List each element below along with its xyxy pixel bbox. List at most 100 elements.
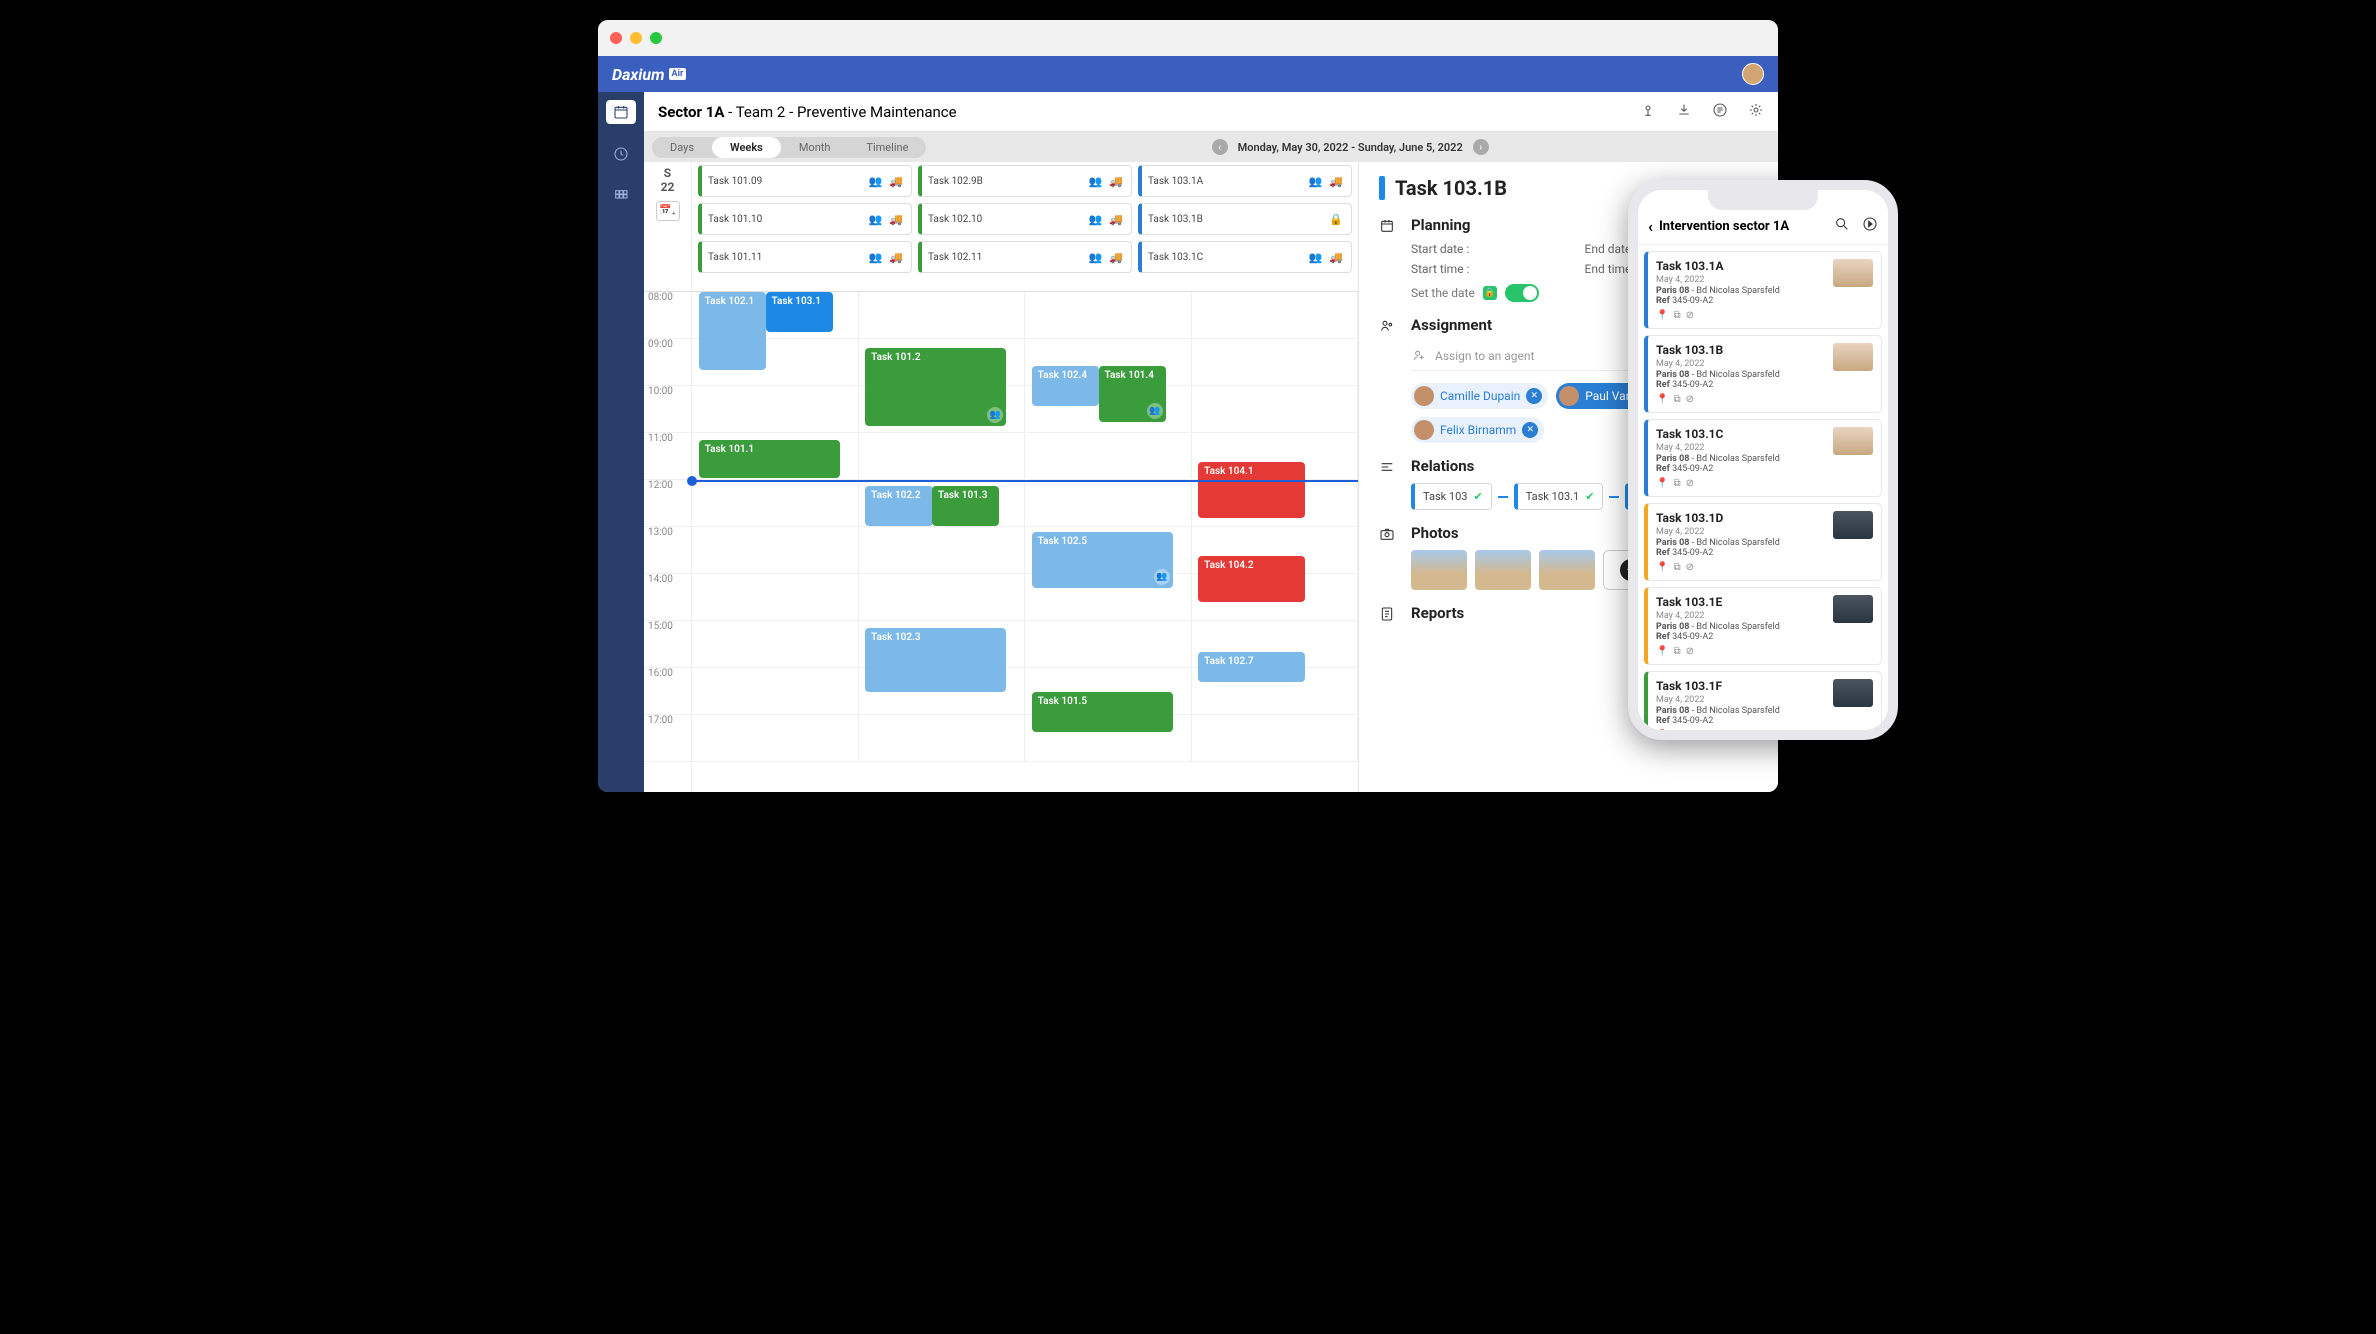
calendar-event[interactable]: Task 104.2 (1198, 556, 1305, 602)
hour-label: 13:00 (644, 527, 691, 574)
mobile-card[interactable]: Task 103.1BMay 4, 2022Paris 08 - Bd Nico… (1644, 335, 1882, 413)
task-pill[interactable]: Task 103.1B🔒 (1138, 203, 1352, 235)
view-tab-timeline[interactable]: Timeline (848, 137, 926, 158)
mobile-card[interactable]: Task 103.1DMay 4, 2022Paris 08 - Bd Nico… (1644, 503, 1882, 581)
mobile-card[interactable]: Task 103.1AMay 4, 2022Paris 08 - Bd Nico… (1644, 251, 1882, 329)
card-check-icon[interactable]: ⊘ (1686, 310, 1694, 321)
calendar-event[interactable]: Task 102.7 (1198, 652, 1305, 682)
calendar-event[interactable]: Task 101.5 (1032, 692, 1173, 732)
card-copy-icon[interactable]: ⧉ (1673, 646, 1680, 657)
mobile-card[interactable]: Task 103.1FMay 4, 2022Paris 08 - Bd Nico… (1644, 671, 1882, 731)
pin-icon[interactable] (1640, 102, 1656, 122)
card-check-icon[interactable]: ⊘ (1686, 646, 1694, 657)
task-pill[interactable]: Task 101.09👥 🚚 (698, 165, 912, 197)
back-button[interactable]: ‹ (1648, 217, 1653, 236)
card-pin-icon[interactable]: 📍 (1656, 646, 1668, 657)
task-pill[interactable]: Task 103.1C👥 🚚 (1138, 241, 1352, 273)
sync-icon[interactable] (1862, 216, 1878, 236)
nav-calendar-icon[interactable] (606, 100, 636, 124)
photo-thumbnail[interactable] (1475, 550, 1531, 590)
mobile-card[interactable]: Task 103.1CMay 4, 2022Paris 08 - Bd Nico… (1644, 419, 1882, 497)
next-week-button[interactable]: › (1473, 139, 1489, 155)
search-icon[interactable] (1834, 216, 1850, 236)
calendar-event[interactable]: Task 102.5👥 (1032, 532, 1173, 588)
gear-icon[interactable] (1748, 102, 1764, 122)
calendar-event[interactable]: Task 101.2👥 (865, 348, 1006, 426)
card-copy-icon[interactable]: ⧉ (1673, 478, 1680, 489)
calendar-event[interactable]: Task 101.3 (932, 486, 999, 526)
toolbar-icons (1640, 102, 1764, 122)
close-window-icon[interactable] (610, 32, 622, 44)
calendar-event[interactable]: Task 102.3 (865, 628, 1006, 692)
assignment-icon (1379, 316, 1399, 443)
relation-node[interactable]: Task 103✔ (1411, 483, 1492, 510)
card-copy-icon[interactable]: ⧉ (1673, 562, 1680, 573)
photo-thumbnail[interactable] (1411, 550, 1467, 590)
download-icon[interactable] (1676, 102, 1692, 122)
maximize-window-icon[interactable] (650, 32, 662, 44)
mobile-list[interactable]: Task 103.1AMay 4, 2022Paris 08 - Bd Nico… (1638, 245, 1888, 731)
nav-grid-icon[interactable] (613, 188, 629, 208)
card-copy-icon[interactable]: ⧉ (1673, 730, 1680, 731)
date-range: ‹ Monday, May 30, 2022 - Sunday, June 5,… (930, 139, 1770, 155)
hour-label: 17:00 (644, 715, 691, 762)
prev-week-button[interactable]: ‹ (1212, 139, 1228, 155)
left-rail (598, 92, 644, 792)
phone-notch (1708, 190, 1818, 210)
calendar-event[interactable]: Task 102.4 (1032, 366, 1099, 406)
card-copy-icon[interactable]: ⧉ (1673, 310, 1680, 321)
task-pill[interactable]: Task 103.1A👥 🚚 (1138, 165, 1352, 197)
card-pin-icon[interactable]: 📍 (1656, 394, 1668, 405)
lock-icon: 🔒 (1483, 286, 1497, 300)
calendar-event[interactable]: Task 104.1 (1198, 462, 1305, 518)
task-pill[interactable]: Task 101.11👥 🚚 (698, 241, 912, 273)
assignee-chip[interactable]: Camille Dupain✕ (1411, 383, 1548, 409)
photo-thumbnail[interactable] (1539, 550, 1595, 590)
view-bar: DaysWeeksMonthTimeline ‹ Monday, May 30,… (644, 132, 1778, 162)
hour-label: 09:00 (644, 339, 691, 386)
calendar-event[interactable]: Task 103.1 (766, 292, 833, 332)
remove-chip-icon[interactable]: ✕ (1526, 388, 1542, 404)
minimize-window-icon[interactable] (630, 32, 642, 44)
app-window: Daxium Air Sector 1A - Team 2 - Preventi… (598, 20, 1778, 792)
hour-label: 15:00 (644, 621, 691, 668)
view-tab-weeks[interactable]: Weeks (712, 137, 781, 158)
relation-node[interactable]: Task 103.1✔ (1514, 483, 1604, 510)
task-pill[interactable]: Task 102.10👥 🚚 (918, 203, 1132, 235)
card-pin-icon[interactable]: 📍 (1656, 310, 1668, 321)
calendar-grid: Task 101.09👥 🚚Task 102.9B👥 🚚Task 103.1A👥… (692, 162, 1358, 792)
card-check-icon[interactable]: ⊘ (1686, 478, 1694, 489)
hour-label: 08:00 (644, 292, 691, 339)
card-check-icon[interactable]: ⊘ (1686, 730, 1694, 731)
calendar-event[interactable]: Task 102.1 (699, 292, 766, 370)
card-copy-icon[interactable]: ⧉ (1673, 394, 1680, 405)
view-tab-month[interactable]: Month (781, 137, 849, 158)
user-avatar[interactable] (1742, 63, 1764, 85)
brand-logo: Daxium Air (612, 65, 686, 84)
nav-time-icon[interactable] (613, 146, 629, 166)
calendar-event[interactable]: Task 102.2 (865, 486, 932, 526)
task-pill[interactable]: Task 101.10👥 🚚 (698, 203, 912, 235)
card-check-icon[interactable]: ⊘ (1686, 562, 1694, 573)
view-tab-days[interactable]: Days (652, 137, 712, 158)
brand-suffix: Air (669, 68, 687, 80)
titlebar (598, 20, 1778, 56)
mobile-card[interactable]: Task 103.1EMay 4, 2022Paris 08 - Bd Nico… (1644, 587, 1882, 665)
breadcrumb-bar: Sector 1A - Team 2 - Preventive Maintena… (644, 92, 1778, 132)
set-date-toggle[interactable] (1505, 284, 1539, 302)
calendar-event[interactable]: Task 101.1 (699, 440, 840, 478)
assignee-chip[interactable]: Felix Birnamm✕ (1411, 417, 1544, 443)
task-pill-area: Task 101.09👥 🚚Task 102.9B👥 🚚Task 103.1A👥… (692, 162, 1358, 292)
mobile-title: Intervention sector 1A (1659, 219, 1789, 234)
card-check-icon[interactable]: ⊘ (1686, 394, 1694, 405)
card-pin-icon[interactable]: 📍 (1656, 730, 1668, 731)
card-pin-icon[interactable]: 📍 (1656, 478, 1668, 489)
task-pill[interactable]: Task 102.11👥 🚚 (918, 241, 1132, 273)
card-pin-icon[interactable]: 📍 (1656, 562, 1668, 573)
list-icon[interactable] (1712, 102, 1728, 122)
hour-label: 16:00 (644, 668, 691, 715)
task-pill[interactable]: Task 102.9B👥 🚚 (918, 165, 1132, 197)
add-calendar-button[interactable]: 📅₊ (656, 201, 680, 221)
calendar-event[interactable]: Task 101.4👥 (1099, 366, 1166, 422)
remove-chip-icon[interactable]: ✕ (1522, 422, 1538, 438)
